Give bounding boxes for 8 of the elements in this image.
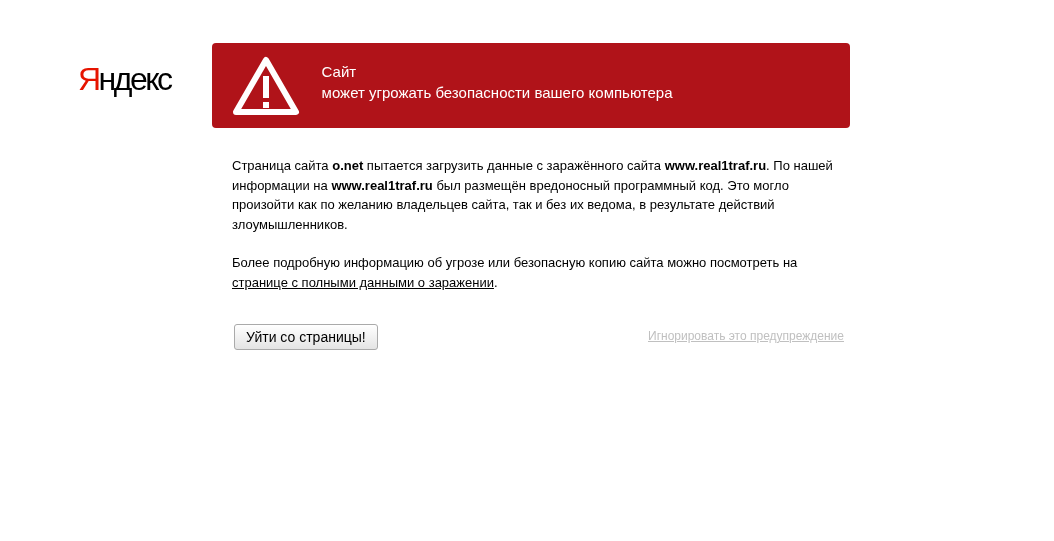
leave-page-button[interactable]: Уйти со страницы! xyxy=(234,324,378,350)
warning-icon xyxy=(231,55,300,116)
yandex-logo[interactable]: Яндекс xyxy=(78,59,174,99)
details-link[interactable]: странице с полными данными о заражении xyxy=(232,274,494,290)
warning-paragraph: Страница сайта o.net пытается загрузить данные с заражённого сайта www.real1traf.ru. По нашей информации на www.real1traf.ru был размещён вредоносный программный код. Это могло произойти как по желанию владельцев сайта, так и без их ведома, в результате действий злоумышленников. xyxy=(232,157,834,234)
details-paragraph: Более подробную информацию об угрозе или безопасную копию сайта можно посмотреть на странице с полными данными о заражении. xyxy=(232,254,799,292)
warning-title: Сайт xyxy=(321,61,358,82)
warning-subtitle: может угрожать безопасности вашего компьютера xyxy=(321,82,673,103)
